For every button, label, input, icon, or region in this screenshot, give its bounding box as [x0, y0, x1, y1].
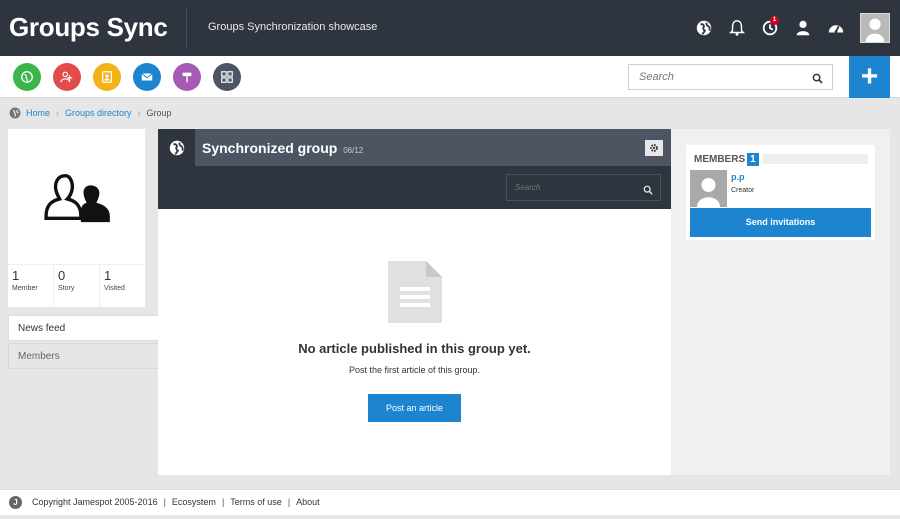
search-icon[interactable]: [643, 182, 653, 200]
globe-app-icon[interactable]: [13, 63, 41, 91]
app-bar: +: [0, 56, 900, 98]
people-app-icon[interactable]: [53, 63, 81, 91]
globe-icon: [158, 129, 195, 166]
group-date: 06/12: [343, 146, 364, 155]
empty-state-subtitle: Post the first article of this group.: [348, 365, 481, 375]
search-icon[interactable]: [812, 71, 823, 89]
empty-state-title: No article published in this group yet.: [298, 341, 531, 356]
contacts-app-icon[interactable]: [93, 63, 121, 91]
group-title: Synchronized group 06/12: [202, 140, 363, 156]
send-invitations-button[interactable]: Send invitations: [690, 208, 871, 237]
user-avatar[interactable]: [860, 13, 890, 43]
mail-app-icon[interactable]: [133, 63, 161, 91]
top-bar: Groups Sync Groups Synchronization showc…: [0, 0, 900, 56]
signpost-app-icon[interactable]: [173, 63, 201, 91]
member-name-link[interactable]: p.p: [731, 172, 745, 182]
footer-terms-link[interactable]: Terms of use: [230, 497, 282, 507]
notification-badge: 1: [770, 16, 779, 25]
stat-members[interactable]: 1 Member: [8, 265, 54, 307]
separator: |: [163, 497, 166, 507]
members-count-badge: 1: [747, 152, 759, 166]
members-widget: MEMBERS 1 p.p Creator Send invitations: [686, 145, 875, 240]
gear-icon[interactable]: [645, 140, 663, 156]
breadcrumb-home[interactable]: Home: [26, 108, 50, 118]
stat-label: Member: [12, 285, 38, 292]
app-launcher: [13, 63, 241, 91]
stat-label: Visited: [104, 285, 125, 292]
chevron-right-icon: ›: [56, 108, 60, 118]
group-search-input[interactable]: [507, 175, 627, 200]
footer: J Copyright Jamespot 2005-2016 | Ecosyst…: [0, 489, 900, 515]
footer-about-link[interactable]: About: [296, 497, 320, 507]
jamespot-logo-icon: J: [9, 496, 22, 509]
breadcrumb-current: Group: [146, 108, 172, 118]
right-sidebar: MEMBERS 1 p.p Creator Send invitations: [671, 129, 890, 475]
search-input[interactable]: [629, 65, 799, 89]
panel-header: Synchronized group 06/12: [158, 129, 671, 209]
separator: |: [287, 497, 291, 507]
group-icon: [43, 173, 110, 222]
top-icons: 1: [687, 0, 900, 56]
clock-icon[interactable]: 1: [753, 0, 786, 56]
apps-grid-icon[interactable]: [213, 63, 241, 91]
globe-icon[interactable]: [687, 0, 720, 56]
home-icon[interactable]: [9, 107, 21, 119]
footer-ecosystem-link[interactable]: Ecosystem: [172, 497, 216, 507]
user-icon[interactable]: [786, 0, 819, 56]
brand-title[interactable]: Groups Sync: [9, 12, 168, 43]
bell-icon[interactable]: [720, 0, 753, 56]
breadcrumb: Home › Groups directory › Group: [9, 106, 172, 120]
stat-number: 1: [12, 268, 20, 283]
group-avatar: [8, 129, 145, 264]
footer-links: Copyright Jamespot 2005-2016 | Ecosystem…: [32, 497, 320, 507]
members-label: MEMBERS: [694, 153, 746, 165]
stat-number: 1: [104, 268, 112, 283]
dashboard-icon[interactable]: [819, 0, 852, 56]
breadcrumb-directory[interactable]: Groups directory: [65, 108, 132, 118]
post-article-button[interactable]: Post an article: [368, 394, 461, 422]
divider: [762, 154, 868, 164]
stat-stories[interactable]: 0 Story: [54, 265, 100, 307]
group-name: Synchronized group: [202, 140, 338, 156]
group-feed-panel: Synchronized group 06/12 No article publ…: [158, 129, 671, 475]
app-subtitle: Groups Synchronization showcase: [208, 21, 378, 33]
separator: |: [221, 497, 225, 507]
footer-copyright: Copyright Jamespot 2005-2016: [32, 497, 158, 507]
create-button[interactable]: +: [849, 56, 890, 98]
chevron-right-icon: ›: [137, 108, 141, 118]
member-avatar[interactable]: [690, 170, 727, 207]
stat-number: 0: [58, 268, 66, 283]
document-icon: [388, 261, 442, 328]
global-search: [628, 64, 833, 90]
group-profile-card: 1 Member 0 Story 1 Visited: [8, 129, 145, 307]
stat-visited[interactable]: 1 Visited: [100, 265, 145, 307]
divider: [186, 8, 187, 48]
stat-label: Story: [58, 285, 75, 292]
members-header: MEMBERS 1: [694, 152, 868, 166]
member-role: Creator: [731, 187, 755, 194]
group-search: [506, 174, 661, 201]
group-stats: 1 Member 0 Story 1 Visited: [8, 264, 145, 307]
tab-members[interactable]: Members: [8, 343, 160, 369]
tab-news-feed[interactable]: News feed: [8, 315, 160, 341]
panel-title-bar: Synchronized group 06/12: [195, 129, 671, 166]
